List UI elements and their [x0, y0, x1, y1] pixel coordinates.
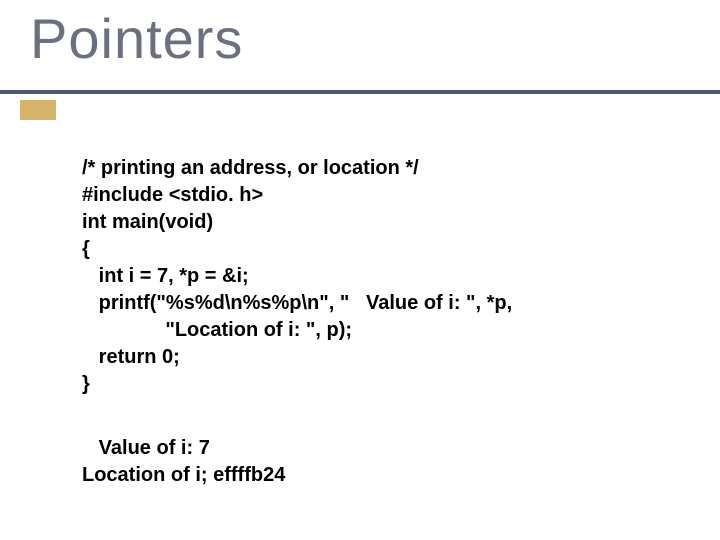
code-line: { — [82, 238, 90, 260]
code-line: } — [82, 373, 90, 395]
code-line: int i = 7, *p = &i; — [82, 265, 249, 287]
code-line: #include <stdio. h> — [82, 184, 263, 206]
code-line: printf("%s%d\n%s%p\n", " Value of i: ", … — [82, 292, 512, 314]
accent-block — [20, 100, 56, 120]
slide-title: Pointers — [30, 6, 243, 71]
code-line: /* printing an address, or location */ — [82, 157, 419, 179]
output-block: Value of i: 7 Location of i; effffb24 — [82, 408, 285, 489]
code-line: "Location of i: ", p); — [82, 319, 352, 341]
code-block: /* printing an address, or location */ #… — [82, 128, 512, 398]
code-line: return 0; — [82, 346, 180, 368]
code-line: int main(void) — [82, 211, 213, 233]
output-line: Value of i: 7 — [82, 437, 210, 459]
slide: Pointers /* printing an address, or loca… — [0, 0, 720, 540]
output-line: Location of i; effffb24 — [82, 464, 285, 486]
divider-line — [0, 90, 720, 94]
